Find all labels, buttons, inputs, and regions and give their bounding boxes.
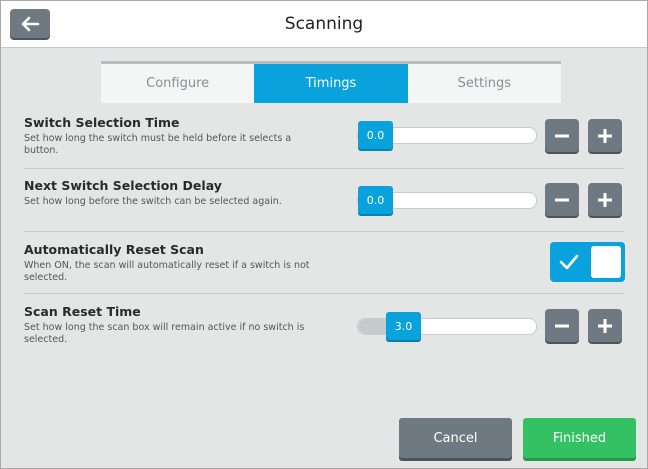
tab-timings[interactable]: Timings bbox=[254, 64, 408, 103]
scan-reset-time-description: Set how long the scan box will remain ac… bbox=[24, 322, 305, 345]
toggle-knob bbox=[591, 246, 621, 278]
automatically-reset-scan-title: Automatically Reset Scan bbox=[24, 242, 204, 257]
plus-icon bbox=[598, 128, 612, 143]
cancel-button[interactable]: Cancel bbox=[399, 418, 512, 458]
next-switch-selection-delay-description: Set how long before the switch can be se… bbox=[24, 196, 282, 207]
tab-bar: Configure Timings Settings bbox=[101, 61, 561, 103]
minus-icon bbox=[555, 324, 569, 327]
divider bbox=[24, 231, 624, 232]
tab-settings[interactable]: Settings bbox=[408, 64, 561, 103]
scan-reset-time-decrease-button[interactable] bbox=[545, 309, 579, 342]
divider bbox=[24, 293, 624, 294]
switch-selection-time-increase-button[interactable] bbox=[588, 119, 622, 152]
checkmark-icon bbox=[559, 254, 579, 270]
minus-icon bbox=[555, 198, 569, 201]
header-bar: Scanning bbox=[1, 1, 647, 48]
switch-selection-time-handle[interactable]: 0.0 bbox=[358, 121, 393, 149]
page-title: Scanning bbox=[284, 14, 364, 34]
next-switch-selection-delay-title: Next Switch Selection Delay bbox=[24, 178, 222, 193]
divider bbox=[24, 168, 624, 169]
automatically-reset-scan-toggle[interactable] bbox=[550, 242, 625, 282]
next-switch-selection-delay-handle[interactable]: 0.0 bbox=[358, 186, 393, 214]
automatically-reset-scan-description: When ON, the scan will automatically res… bbox=[24, 260, 310, 283]
switch-selection-time-decrease-button[interactable] bbox=[545, 119, 579, 152]
finished-button[interactable]: Finished bbox=[523, 418, 636, 458]
switch-selection-time-description: Set how long the switch must be held bef… bbox=[24, 133, 292, 156]
switch-selection-time-title: Switch Selection Time bbox=[24, 115, 180, 130]
scan-reset-time-handle[interactable]: 3.0 bbox=[386, 312, 421, 340]
tab-configure[interactable]: Configure bbox=[101, 64, 254, 103]
automatically-reset-scan-row: Automatically Reset Scan When ON, the sc… bbox=[24, 242, 624, 284]
scan-reset-time-slider[interactable] bbox=[357, 318, 537, 335]
scanning-screen: Scanning Configure Timings Settings Swit… bbox=[0, 0, 648, 469]
scan-reset-time-increase-button[interactable] bbox=[588, 309, 622, 342]
plus-icon bbox=[598, 318, 612, 333]
plus-icon bbox=[598, 192, 612, 207]
scan-reset-time-title: Scan Reset Time bbox=[24, 304, 141, 319]
next-switch-selection-delay-decrease-button[interactable] bbox=[545, 183, 579, 216]
minus-icon bbox=[555, 134, 569, 137]
next-switch-selection-delay-increase-button[interactable] bbox=[588, 183, 622, 216]
